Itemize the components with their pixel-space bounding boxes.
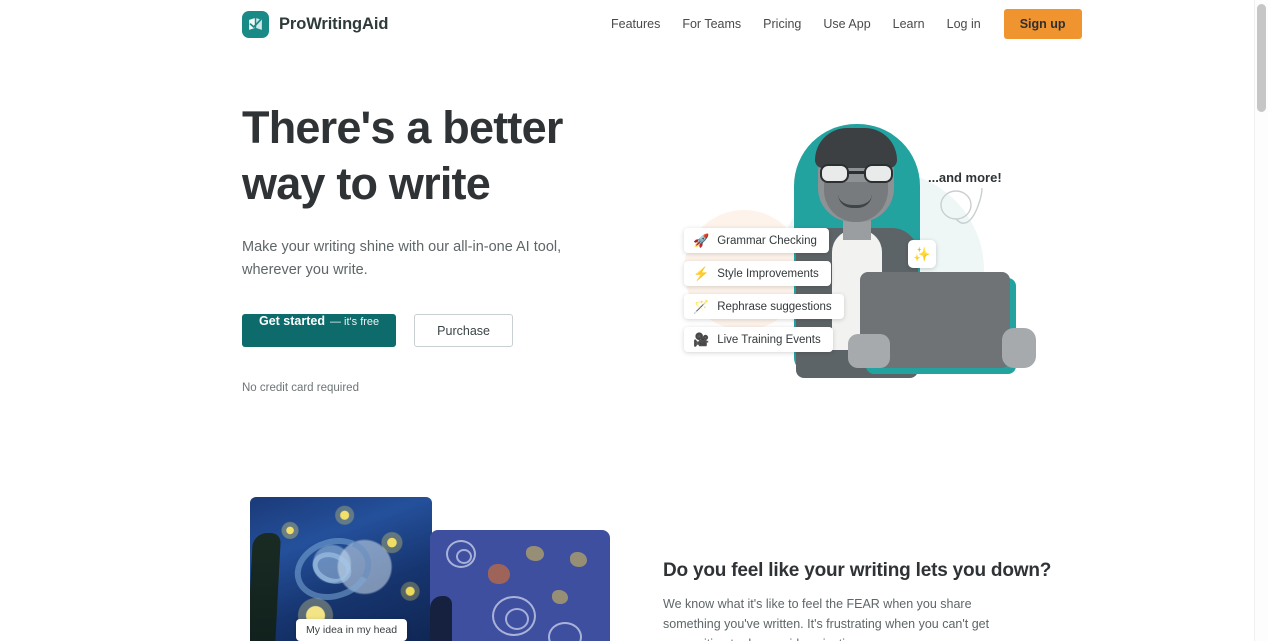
starry-night-image: My idea in my head — [250, 497, 432, 641]
feature-chip-list: 🚀 Grammar Checking ⚡ Style Improvements … — [684, 228, 894, 360]
hero-title: There's a better way to write — [242, 100, 642, 212]
scrollbar-thumb[interactable] — [1257, 4, 1266, 112]
lower-section-title: Do you feel like your writing lets you d… — [663, 560, 1052, 581]
lightning-icon: ⚡ — [693, 266, 710, 281]
glasses-icon — [820, 164, 893, 183]
balloon-icon — [940, 188, 983, 224]
hero-section: There's a better way to write Make your … — [242, 100, 642, 394]
get-started-button[interactable]: Get started — it's free — [242, 314, 397, 347]
sketch-star — [552, 590, 568, 604]
sign-up-button[interactable]: Sign up — [1003, 9, 1082, 39]
nav-item-learn[interactable]: Learn — [882, 11, 936, 37]
sketch-moon — [488, 564, 510, 584]
site-header: ProWritingAid Features For Teams Pricing… — [0, 0, 1254, 48]
comparison-illustration: My idea in my head — [242, 490, 632, 641]
hero-title-line-2: way to write — [242, 158, 491, 209]
page-scrollbar[interactable] — [1254, 0, 1268, 641]
idea-tooltip: My idea in my head — [296, 619, 408, 641]
feature-chip-grammar-checking: 🚀 Grammar Checking — [684, 228, 829, 253]
main-navigation: Features For Teams Pricing Use App Learn… — [600, 0, 1082, 48]
magic-wand-icon: 🪄 — [693, 299, 710, 314]
brand-name: ProWritingAid — [279, 15, 389, 33]
hero-title-line-1: There's a better — [242, 102, 563, 153]
hero-cta-group: Get started — it's free Purchase — [242, 314, 642, 347]
sketch-star — [526, 546, 544, 561]
feature-chip-label: Live Training Events — [717, 333, 821, 346]
landing-page: ProWritingAid Features For Teams Pricing… — [0, 0, 1268, 641]
no-credit-card-note: No credit card required — [242, 382, 359, 394]
sketch-cypress-tree — [430, 596, 452, 641]
hero-illustration: ...and more! ✨ 🚀 Grammar Checking ⚡ Styl… — [660, 92, 1036, 392]
video-camera-icon: 🎥 — [693, 332, 710, 347]
hero-subtitle: Make your writing shine with our all-in-… — [242, 239, 562, 278]
feature-chip-style-improvements: ⚡ Style Improvements — [684, 261, 831, 286]
nav-item-for-teams[interactable]: For Teams — [671, 11, 752, 37]
brand-logo-link[interactable]: ProWritingAid — [242, 11, 388, 38]
get-started-label: Get started — [259, 314, 325, 328]
nav-item-use-app[interactable]: Use App — [812, 11, 881, 37]
feature-chip-rephrase-suggestions: 🪄 Rephrase suggestions — [684, 294, 844, 319]
and-more-label: ...and more! — [928, 170, 1002, 185]
rocket-icon: 🚀 — [693, 233, 710, 248]
book-check-icon — [242, 11, 269, 38]
feature-chip-live-training-events: 🎥 Live Training Events — [684, 327, 833, 352]
lower-section: Do you feel like your writing lets you d… — [663, 560, 1063, 641]
sparkle-badge: ✨ — [908, 240, 936, 268]
nav-item-log-in[interactable]: Log in — [936, 11, 992, 37]
feature-chip-label: Style Improvements — [717, 267, 819, 280]
feature-chip-label: Rephrase suggestions — [717, 300, 832, 313]
sketch-swirl — [492, 596, 536, 636]
sketch-swirl — [446, 540, 476, 568]
cypress-tree — [250, 533, 282, 641]
person-hair — [815, 128, 897, 168]
sketch-swirl — [548, 622, 582, 641]
nav-item-features[interactable]: Features — [600, 11, 671, 37]
sketch-star — [570, 552, 587, 567]
nav-item-pricing[interactable]: Pricing — [752, 11, 812, 37]
sketch-version-image — [430, 530, 610, 641]
get-started-sublabel: — it's free — [330, 316, 380, 328]
lower-section-body: We know what it's like to feel the FEAR … — [663, 597, 990, 641]
purchase-button[interactable]: Purchase — [414, 314, 513, 347]
feature-chip-label: Grammar Checking — [717, 234, 817, 247]
person-hand-right — [1002, 328, 1036, 368]
